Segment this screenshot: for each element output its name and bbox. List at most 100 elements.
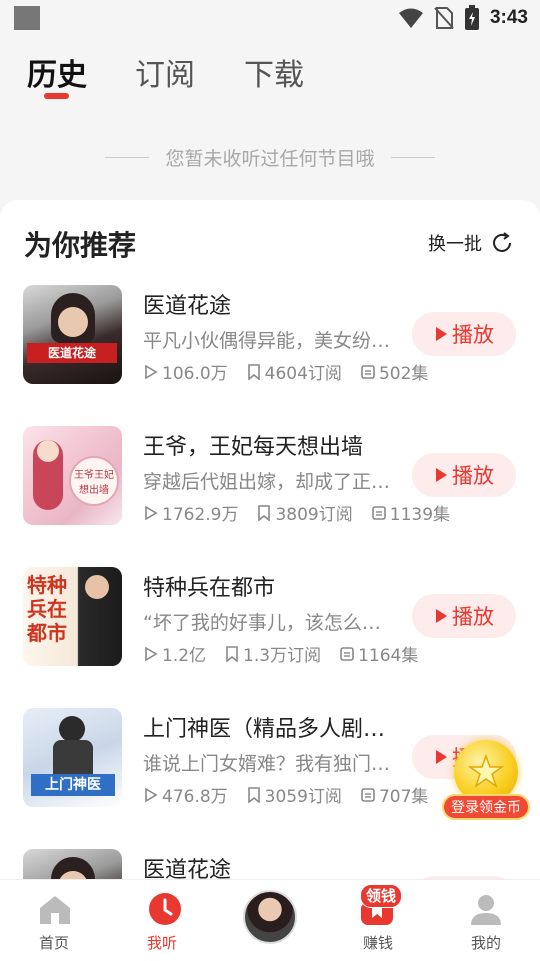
bottom-nav: 首页 我听 领钱 赚钱 我的 xyxy=(0,879,540,961)
cover-title: 特种兵在都市 xyxy=(27,573,67,645)
episodes-value: 502集 xyxy=(378,364,429,384)
play-icon xyxy=(436,327,447,341)
episode-icon xyxy=(340,646,354,661)
list-item[interactable]: 特种兵在都市 特种兵在都市 “坏了我的好事儿，该怎么赔… 1.2亿 1.3万订阅… xyxy=(0,567,540,677)
play-label: 播放 xyxy=(452,464,494,488)
tab-indicator xyxy=(44,93,69,99)
coin-label: 登录领金币 xyxy=(442,794,530,820)
item-title: 医道花途 xyxy=(143,294,232,319)
subs-value: 1.3万订阅 xyxy=(243,646,322,666)
subs-value: 3809订阅 xyxy=(275,505,353,525)
refresh-button[interactable]: 换一批 xyxy=(428,230,514,256)
recommend-panel: 为你推荐 换一批 医道花途 医道花途 平凡小伙偶得异能，美女纷… 106.0万 … xyxy=(0,200,540,960)
play-button[interactable]: 播放 xyxy=(412,312,516,356)
item-title: 特种兵在都市 xyxy=(143,576,276,601)
episodes-stat: 1164集 xyxy=(339,641,418,666)
section-title: 为你推荐 xyxy=(24,229,137,262)
no-sim-icon xyxy=(434,7,454,29)
episode-icon xyxy=(371,505,386,520)
item-title: 王爷，王妃每天想出墙 xyxy=(143,435,364,460)
login-coin-widget[interactable]: 登录领金币 xyxy=(442,740,532,825)
item-description: “坏了我的好事儿，该怎么赔… xyxy=(143,612,398,634)
item-stats: 476.8万 3059订阅 707集 xyxy=(143,782,428,807)
plays-value: 106.0万 xyxy=(162,364,228,384)
item-stats: 106.0万 4604订阅 502集 xyxy=(143,359,428,384)
status-bar: 3:43 xyxy=(0,0,540,36)
list-item[interactable]: 医道花途 医道花途 平凡小伙偶得异能，美女纷… 106.0万 4604订阅 50… xyxy=(0,285,540,395)
item-description: 平凡小伙偶得异能，美女纷… xyxy=(143,330,391,352)
play-count-icon xyxy=(145,787,158,802)
bookmark-icon xyxy=(247,786,260,803)
episodes-value: 1164集 xyxy=(358,646,419,666)
plays-stat: 476.8万 xyxy=(143,782,228,807)
item-stats: 1.2亿 1.3万订阅 1164集 xyxy=(143,641,418,666)
empty-history-text: 您暂未收听过任何节目哦 xyxy=(165,147,375,170)
nav-home[interactable]: 首页 xyxy=(0,880,108,961)
plays-value: 1762.9万 xyxy=(162,505,239,525)
episodes-stat: 707集 xyxy=(360,782,428,807)
item-title: 上门神医（精品多人剧… xyxy=(143,717,386,742)
cover-image: 特种兵在都市 xyxy=(23,567,122,666)
play-count-icon xyxy=(145,646,158,661)
play-label: 播放 xyxy=(452,323,494,347)
bookmark-icon xyxy=(247,363,260,380)
plays-stat: 1762.9万 xyxy=(143,500,238,525)
play-icon xyxy=(436,609,447,623)
wifi-icon xyxy=(398,8,423,28)
subs-stat: 4604订阅 xyxy=(246,359,342,384)
status-time: 3:43 xyxy=(489,7,528,28)
nav-mine[interactable]: 我的 xyxy=(432,880,540,961)
divider xyxy=(105,156,150,158)
battery-icon xyxy=(464,5,479,30)
profile-icon xyxy=(471,895,501,925)
episode-icon xyxy=(361,364,375,379)
subs-value: 3059订阅 xyxy=(264,787,342,807)
refresh-label: 换一批 xyxy=(428,234,482,255)
play-button[interactable]: 播放 xyxy=(412,594,516,638)
cover-title: 王爷王妃想出墙 xyxy=(69,456,119,506)
episodes-stat: 1139集 xyxy=(371,500,450,525)
nav-label: 首页 xyxy=(38,934,69,952)
bookmark-icon xyxy=(226,645,238,662)
episodes-value: 1139集 xyxy=(389,505,451,525)
subs-stat: 3059订阅 xyxy=(246,782,342,807)
cover-title: 医道花途 xyxy=(27,343,117,363)
episodes-stat: 502集 xyxy=(360,359,428,384)
tab-subscribe[interactable]: 订阅 xyxy=(135,50,195,94)
bookmark-icon xyxy=(258,504,271,521)
tab-history[interactable]: 历史 xyxy=(27,50,87,94)
nav-center-avatar[interactable] xyxy=(216,880,324,961)
cover-image: 王爷王妃想出墙 xyxy=(23,426,122,525)
subs-stat: 3809订阅 xyxy=(256,500,353,525)
clock-icon xyxy=(149,893,181,925)
item-description: 穿越后代姐出嫁，却成了正… xyxy=(143,471,391,493)
center-avatar xyxy=(243,890,297,944)
subs-stat: 1.3万订阅 xyxy=(224,641,321,666)
status-icons: 3:43 xyxy=(398,4,528,32)
nav-listen[interactable]: 我听 xyxy=(108,880,216,961)
plays-stat: 1.2亿 xyxy=(143,641,206,666)
nav-earn[interactable]: 领钱 赚钱 xyxy=(324,880,432,961)
list-item[interactable]: 王爷王妃想出墙 王爷，王妃每天想出墙 穿越后代姐出嫁，却成了正… 1762.9万… xyxy=(0,426,540,536)
nav-label: 我的 xyxy=(470,934,501,952)
top-tabs: 历史 订阅 下载 xyxy=(0,40,540,104)
plays-stat: 106.0万 xyxy=(143,359,228,384)
history-empty: 您暂未收听过任何节目哦 xyxy=(0,140,540,174)
play-count-icon xyxy=(145,505,158,520)
item-stats: 1762.9万 3809订阅 1139集 xyxy=(143,500,450,525)
notification-icon xyxy=(14,6,40,30)
item-description: 谁说上门女婿难？我有独门… xyxy=(143,753,391,775)
play-button[interactable]: 播放 xyxy=(412,453,516,497)
divider xyxy=(390,156,435,158)
plays-value: 476.8万 xyxy=(162,787,228,807)
nav-label: 赚钱 xyxy=(362,934,393,952)
cover-image: 上门神医 xyxy=(23,708,122,807)
play-icon xyxy=(436,468,447,482)
earn-badge: 领钱 xyxy=(360,884,403,908)
episodes-value: 707集 xyxy=(378,787,429,807)
home-icon xyxy=(40,896,70,924)
tab-download[interactable]: 下载 xyxy=(244,50,304,94)
subs-value: 4604订阅 xyxy=(264,364,342,384)
cover-title: 上门神医 xyxy=(31,774,115,796)
cover-image: 医道花途 xyxy=(23,285,122,384)
